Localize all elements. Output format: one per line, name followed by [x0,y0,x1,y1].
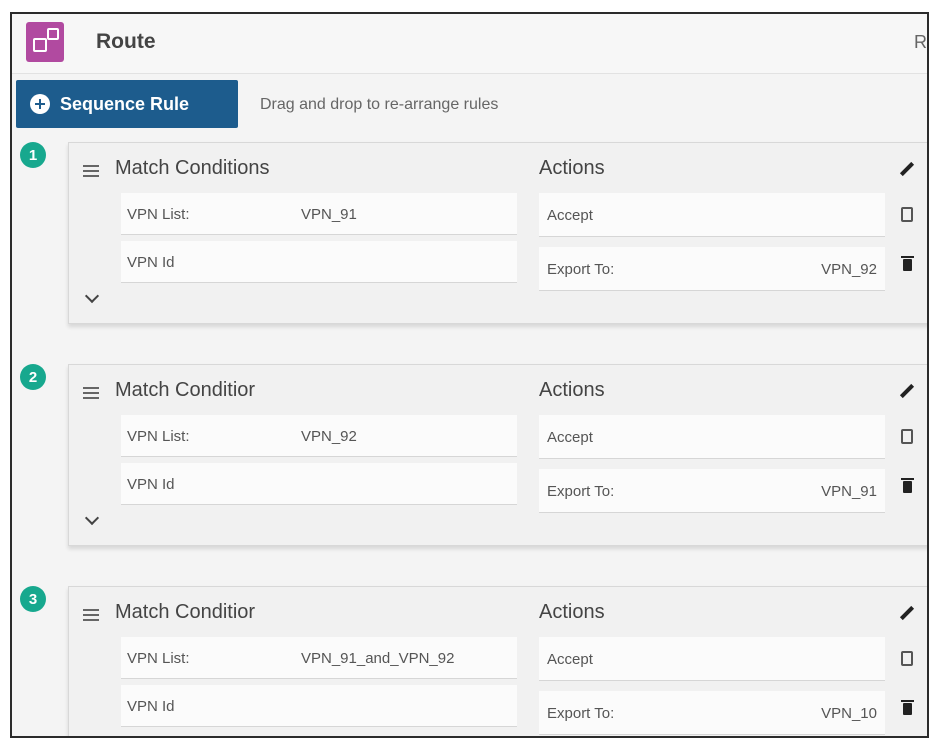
chevron-down-icon[interactable] [84,288,100,304]
vpn-list-row: VPN List: VPN_91_and_VPN_92 [121,637,517,679]
vpn-list-value: VPN_91_and_VPN_92 [301,650,455,667]
vpn-list-label: VPN List: [127,650,190,667]
vpn-list-value: VPN_91 [301,206,357,223]
match-conditions-title: Match Conditior [115,379,256,401]
vpn-list-value: VPN_92 [301,428,357,445]
export-to-label: Export To: [547,483,615,500]
drag-handle-icon[interactable] [83,609,99,621]
export-to-label: Export To: [547,261,615,278]
match-conditions-title: Match Conditions [115,157,270,179]
actions-title: Actions [539,379,605,401]
vpn-id-row: VPN Id [121,685,517,727]
copy-icon[interactable] [897,425,913,444]
accept-label: Accept [547,207,593,224]
delete-trash-icon[interactable] [901,700,914,715]
vpn-list-row: VPN List: VPN_92 [121,415,517,457]
edit-pencil-icon[interactable] [899,161,915,177]
rule-number-badge: 1 [20,142,46,168]
accept-label: Accept [547,651,593,668]
edit-pencil-icon[interactable] [899,605,915,621]
vpn-id-label: VPN Id [127,698,175,715]
accept-action-row: Accept [539,637,885,681]
vpn-list-label: VPN List: [127,206,190,223]
sequence-rule-label: Sequence Rule [60,93,190,114]
sequence-rule-button[interactable]: Sequence Rule [16,80,238,128]
delete-trash-icon[interactable] [901,256,914,271]
export-to-value: VPN_91 [821,483,877,500]
edit-pencil-icon[interactable] [899,383,915,399]
vpn-list-row: VPN List: VPN_91 [121,193,517,235]
plus-circle-icon [30,94,50,114]
vpn-id-label: VPN Id [127,254,175,271]
actions-title: Actions [539,157,605,179]
export-action-row: Export To: VPN_91 [539,469,885,513]
export-action-row: Export To: VPN_10 [539,691,885,735]
copy-icon[interactable] [897,647,913,666]
rule-number-badge: 2 [20,364,46,390]
copy-icon[interactable] [897,203,913,222]
delete-trash-icon[interactable] [901,478,914,493]
rule-card-1[interactable]: Match Conditions Actions VPN List: VPN_9… [68,142,927,324]
actions-title: Actions [539,601,605,623]
export-to-label: Export To: [547,705,615,722]
drag-handle-icon[interactable] [83,165,99,177]
export-to-value: VPN_10 [821,705,877,722]
chevron-down-icon[interactable] [84,510,100,526]
export-action-row: Export To: VPN_92 [539,247,885,291]
header-right-label: Ro [913,32,927,52]
header-bar: Route Ro [12,14,927,74]
route-policy-window: Route Ro Sequence Rule Drag and drop to … [10,12,929,738]
route-policy-icon [26,22,64,62]
rule-number-badge: 3 [20,586,46,612]
accept-action-row: Accept [539,193,885,237]
match-conditions-title: Match Conditior [115,601,256,623]
drag-handle-icon[interactable] [83,387,99,399]
page-title: Route [96,30,156,53]
vpn-list-label: VPN List: [127,428,190,445]
accept-action-row: Accept [539,415,885,459]
export-to-value: VPN_92 [821,261,877,278]
vpn-id-row: VPN Id [121,463,517,505]
vpn-id-label: VPN Id [127,476,175,493]
drag-hint: Drag and drop to re-arrange rules [260,96,499,113]
rule-card-2[interactable]: Match Conditior Actions VPN List: VPN_92… [68,364,927,546]
rule-card-3[interactable]: Match Conditior Actions VPN List: VPN_91… [68,586,927,736]
vpn-id-row: VPN Id [121,241,517,283]
accept-label: Accept [547,429,593,446]
